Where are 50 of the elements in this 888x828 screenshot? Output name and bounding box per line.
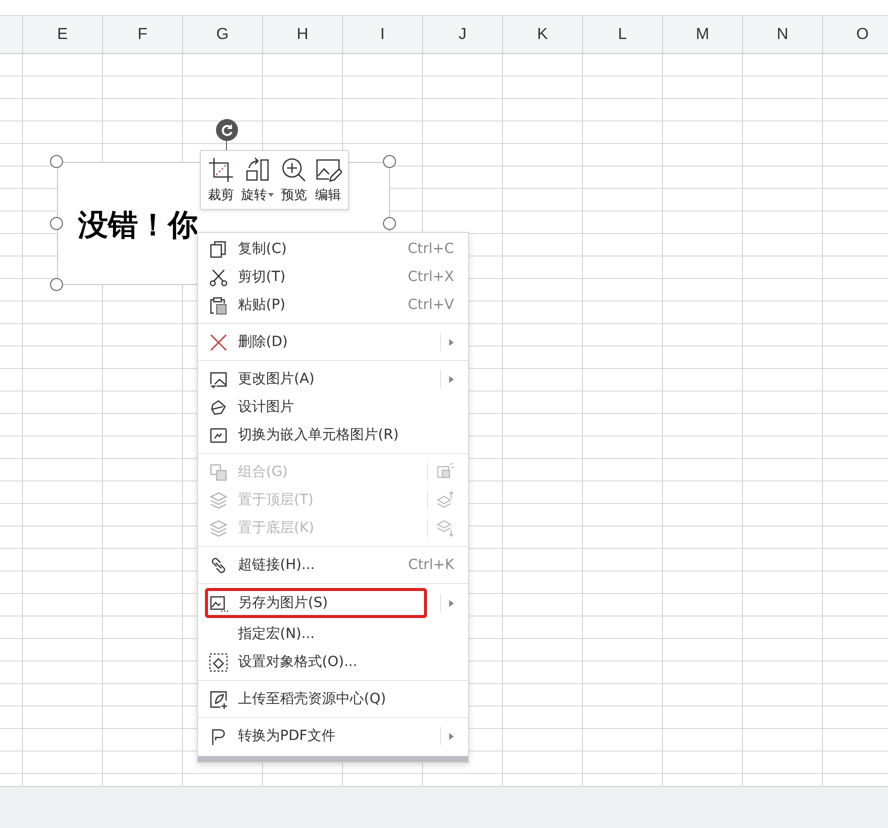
submenu-arrow-icon [449, 338, 454, 346]
picture-text: 没错！你 [78, 207, 198, 245]
shortcut-text: Ctrl+V [408, 297, 454, 313]
copy-icon [208, 240, 228, 258]
shortcut-text: Ctrl+X [408, 269, 454, 285]
rotate-handle-icon[interactable] [216, 119, 238, 141]
layers-up-icon [436, 491, 454, 509]
shortcut-text: Ctrl+C [408, 241, 454, 257]
column-header[interactable]: M [663, 16, 743, 53]
scissors-icon [208, 268, 228, 286]
cross-icon [208, 332, 228, 352]
column-header[interactable]: E [23, 16, 103, 53]
group-icon [208, 462, 228, 482]
upload-icon [208, 690, 228, 708]
submenu-arrow-icon [449, 732, 454, 740]
column-header[interactable]: J [423, 16, 503, 53]
submenu-arrow-icon [449, 376, 454, 382]
zoom-in-icon [280, 156, 308, 184]
column-header[interactable]: O [823, 16, 888, 53]
menu-item[interactable]: 超链接(H)... Ctrl+K [198, 551, 468, 579]
menu-item[interactable]: 转换为PDF文件 [198, 722, 468, 750]
submenu-arrow-icon [449, 600, 454, 606]
column-header[interactable]: N [743, 16, 823, 53]
menu-item[interactable]: 另存为图片(S) [198, 588, 468, 618]
crop-icon [207, 156, 235, 184]
column-header[interactable]: L [583, 16, 663, 53]
picture-icon [208, 594, 228, 612]
column-header[interactable]: H [263, 16, 343, 53]
picture-swap-icon [208, 370, 228, 388]
menu-item[interactable]: 更改图片(A) [198, 365, 468, 393]
column-header[interactable]: K [503, 16, 583, 53]
shortcut-text: Ctrl+K [408, 557, 454, 573]
format-icon [208, 652, 228, 672]
layers-icon [208, 518, 228, 538]
column-header[interactable]: G [183, 16, 263, 53]
menu-item[interactable]: 粘贴(P) Ctrl+V [198, 291, 468, 319]
column-header[interactable]: F [103, 16, 183, 53]
menu-item[interactable]: 切换为嵌入单元格图片(R) [198, 421, 468, 449]
layers-down-icon [436, 519, 454, 537]
menu-item[interactable]: 指定宏(N)... [198, 620, 468, 648]
menu-item[interactable]: 设计图片 [198, 393, 468, 421]
layers-icon [208, 490, 228, 510]
menu-item[interactable]: 设置对象格式(O)... [198, 648, 468, 676]
menu-item[interactable]: 上传至稻壳资源中心(Q) [198, 685, 468, 713]
clipboard-icon [208, 296, 228, 314]
menu-item[interactable]: 删除(D) [198, 328, 468, 356]
picture-icon [208, 426, 228, 444]
column-header[interactable]: I [343, 16, 423, 53]
group-icon [436, 463, 454, 481]
caret-icon [268, 193, 274, 197]
